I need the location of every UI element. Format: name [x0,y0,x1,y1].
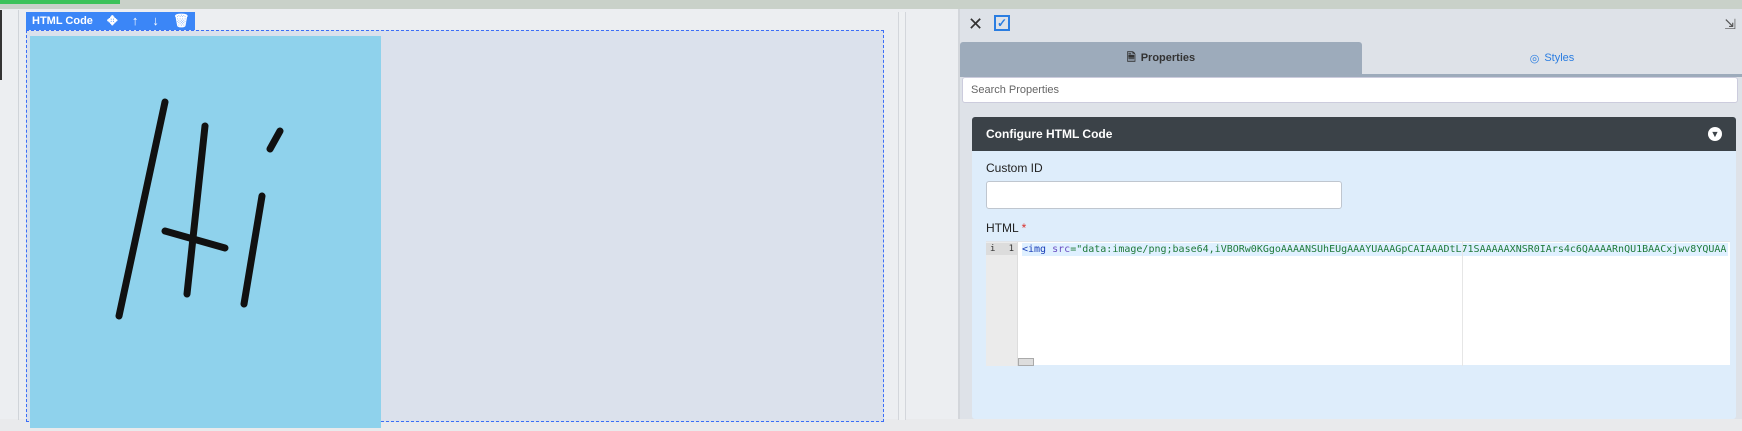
progress-indicator [0,0,120,4]
required-mark: * [1021,221,1027,235]
top-strip [0,0,1742,9]
tab-styles-label: Styles [1544,52,1575,64]
splitter-handle[interactable] [898,12,906,420]
code-tag: <img [1022,244,1047,255]
html-label-text: HTML [986,221,1019,235]
custom-id-field[interactable] [986,181,1342,209]
code-value: ="data:image/png;base64,iVBORw0KGgoAAAAN… [1070,244,1727,255]
move-icon[interactable]: ✥ [107,12,118,30]
info-icon: i [990,244,996,254]
properties-panel: ✕ ✓ ⇲ 🗎 Properties ◎ Styles Configure HT… [960,9,1742,419]
search-properties-input[interactable] [962,77,1738,103]
line-number-row: i 1 [986,243,1018,255]
component-toolbar: HTML Code ✥ ↑ ↓ 🗑 [26,12,196,30]
configure-html-code-section: Configure HTML Code ▼ Custom ID HTML * i… [972,117,1736,419]
custom-id-label: Custom ID [986,161,1043,175]
component-name: HTML Code [32,15,93,27]
editor-gutter: i 1 [986,242,1018,366]
arrow-down-icon[interactable]: ↓ [152,12,159,30]
chevron-down-icon[interactable]: ▼ [1708,127,1722,141]
canvas-ruler-line [18,10,19,420]
tab-properties-label: Properties [1140,52,1196,64]
document-icon: 🗎 [1126,51,1136,64]
code-line[interactable]: <img src="data:image/png;base64,iVBORw0K… [1022,243,1728,256]
checkbox-icon[interactable]: ✓ [994,15,1010,31]
left-edge-bar [0,10,2,80]
tab-styles[interactable]: ◎ Styles [1362,42,1742,74]
html-code-component[interactable] [26,30,884,428]
section-title: Configure HTML Code [986,127,1113,141]
collapse-icon[interactable]: ⇲ [1724,16,1736,33]
handwriting-svg [115,98,284,320]
html-code-editor[interactable]: i 1 <img src="data:image/png;base64,iVBO… [986,241,1730,366]
palette-icon: ◎ [1529,52,1540,65]
tab-properties[interactable]: 🗎 Properties [960,42,1362,74]
arrow-up-icon[interactable]: ↑ [132,12,139,30]
html-label: HTML * [986,221,1026,235]
panel-topbar: ✕ ✓ ⇲ [960,9,1742,41]
panel-tabs: 🗎 Properties ◎ Styles [960,42,1742,74]
horizontal-scrollbar[interactable] [1018,358,1034,366]
close-icon[interactable]: ✕ [968,15,983,33]
handwritten-hi-image [30,36,381,428]
section-header[interactable]: Configure HTML Code ▼ [972,117,1736,151]
code-attr: src [1052,244,1071,255]
line-number: 1 [1008,244,1014,254]
trash-icon[interactable]: 🗑 [173,12,190,30]
print-margin [1462,242,1463,366]
